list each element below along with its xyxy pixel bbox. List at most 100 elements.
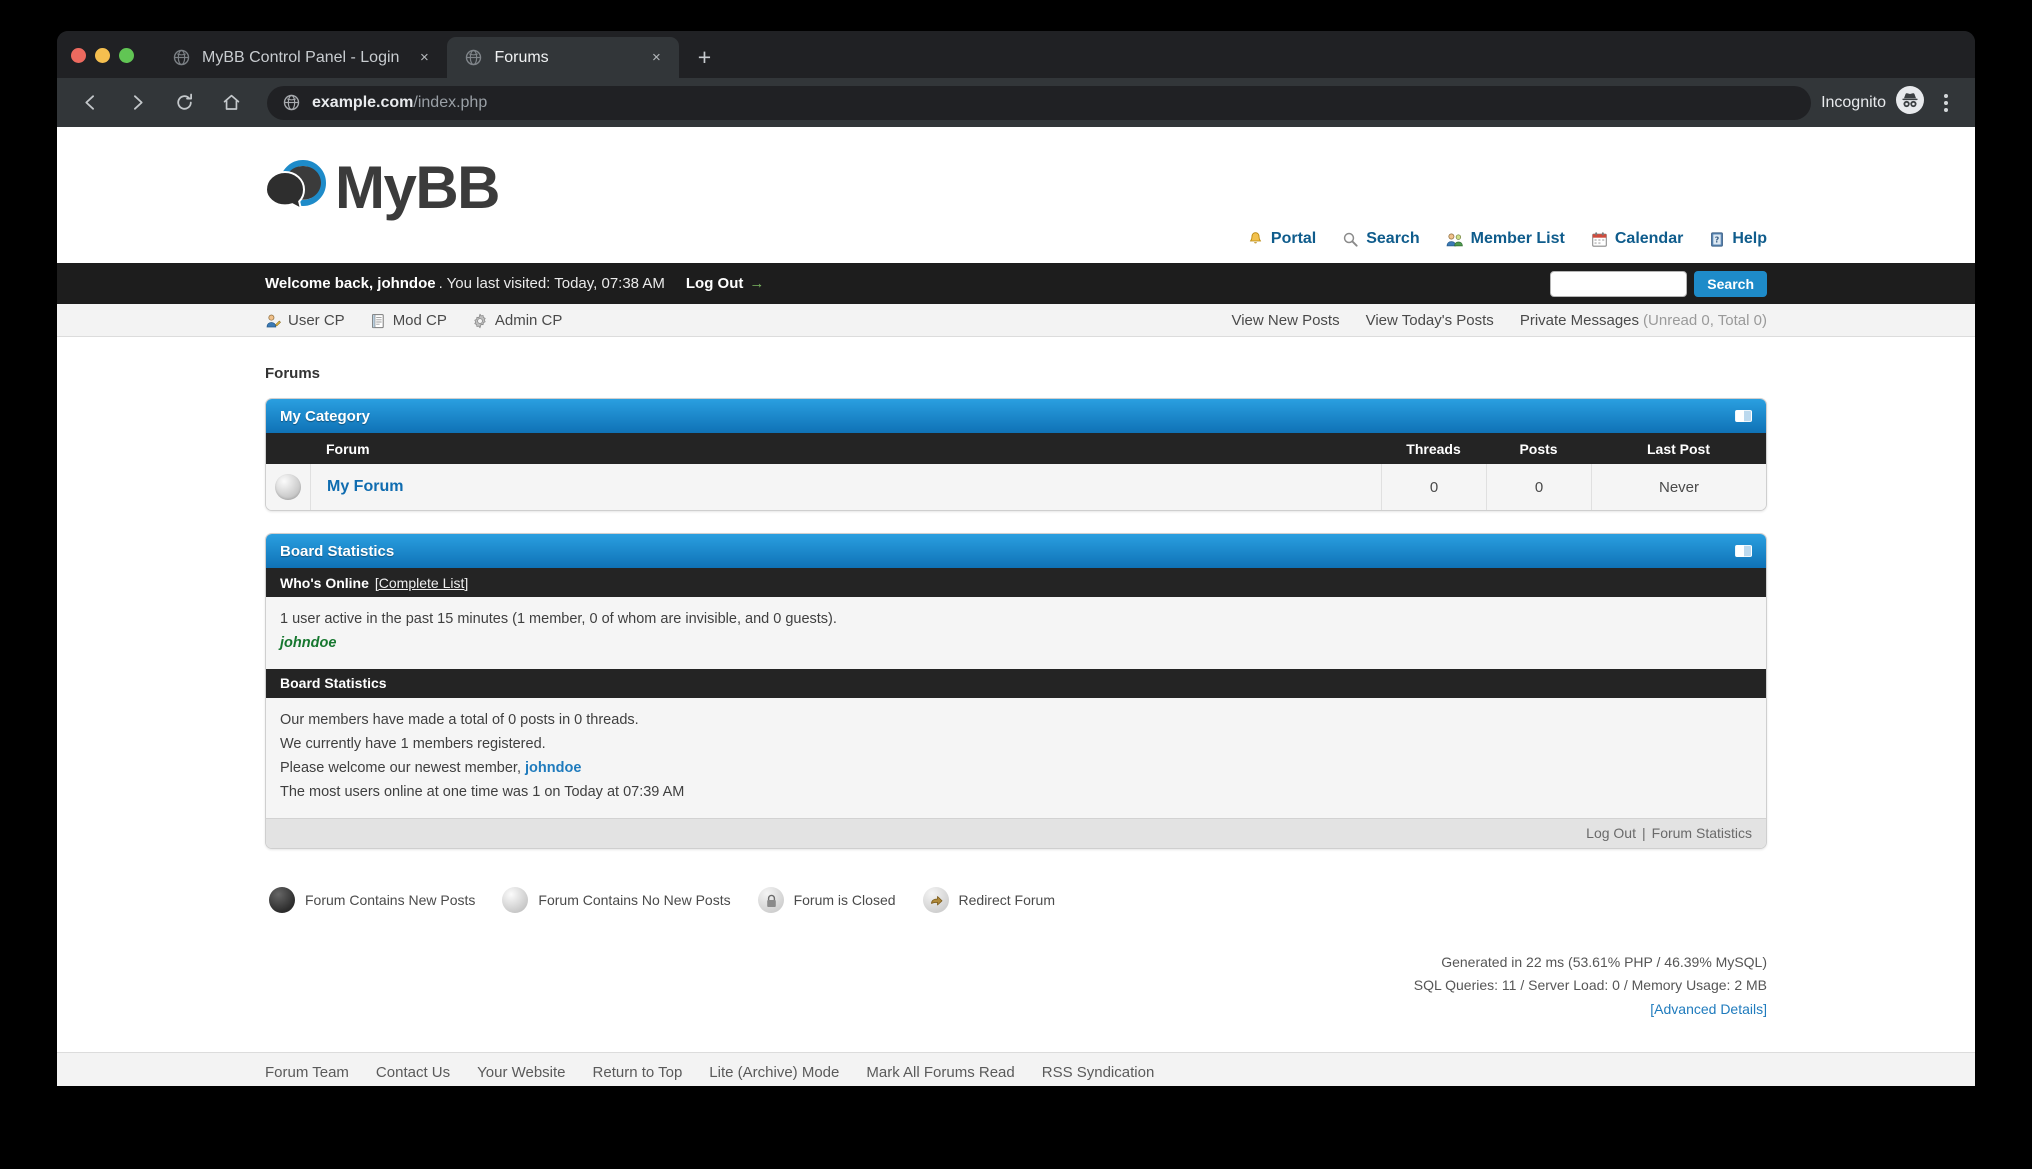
footer-link-return-to-top[interactable]: Return to Top — [593, 1064, 683, 1081]
column-header-threads: Threads — [1406, 440, 1461, 457]
nav-label: Help — [1732, 230, 1767, 247]
newest-member-prefix: Please welcome our newest member, — [280, 759, 521, 776]
nav-label: Member List — [1470, 230, 1565, 247]
browser-menu-button[interactable] — [1931, 86, 1961, 120]
people-icon — [1446, 231, 1464, 248]
globe-icon — [173, 49, 190, 66]
nav-link-view-todays-posts[interactable]: View Today's Posts — [1366, 312, 1494, 329]
nav-link-admin-cp[interactable]: Admin CP — [472, 312, 563, 329]
legend-label: Forum is Closed — [793, 891, 896, 908]
collapse-toggle-icon[interactable] — [1735, 410, 1752, 422]
new-tab-button[interactable]: + — [687, 40, 721, 74]
complete-list-link[interactable]: [Complete List] — [375, 575, 468, 591]
generated-time-line: Generated in 22 ms (53.61% PHP / 46.39% … — [1441, 953, 1767, 970]
maximize-window-button[interactable] — [119, 48, 134, 63]
board-statistics-subheader: Board Statistics — [266, 668, 1766, 698]
tab-strip: MyBB Control Panel - Login × Forums × + — [57, 31, 1975, 78]
column-header-forum: Forum — [326, 440, 370, 457]
legend-item-no-new-posts: Forum Contains No New Posts — [502, 886, 731, 913]
incognito-label: Incognito — [1821, 93, 1886, 111]
tab-title: MyBB Control Panel - Login — [202, 48, 400, 66]
whos-online-heading: Who's Online — [280, 574, 369, 591]
minimize-window-button[interactable] — [95, 48, 110, 63]
nav-label: Portal — [1270, 230, 1317, 247]
board-statistics-title: Board Statistics — [280, 542, 395, 560]
footer-link-forum-team[interactable]: Forum Team — [265, 1064, 349, 1081]
footer-link-rss-syndication[interactable]: RSS Syndication — [1042, 1064, 1155, 1081]
legend-label: Redirect Forum — [958, 891, 1055, 908]
search-input[interactable] — [1550, 270, 1688, 297]
nav-link-portal[interactable]: Portal — [1247, 230, 1316, 248]
online-user-link[interactable]: johndoe — [280, 635, 336, 651]
home-icon[interactable] — [214, 86, 248, 120]
collapse-toggle-icon[interactable] — [1735, 545, 1752, 557]
forum-bubble-icon — [275, 474, 301, 500]
board-statistics-footer: Log Out | Forum Statistics — [266, 817, 1766, 848]
footer-link-mark-all-forums-read[interactable]: Mark All Forums Read — [866, 1064, 1014, 1081]
online-summary: 1 user active in the past 15 minutes (1 … — [280, 611, 837, 627]
forum-statistics-link[interactable]: Forum Statistics — [1652, 825, 1752, 841]
back-icon[interactable] — [73, 86, 107, 120]
board-statistics-panel: Board Statistics Who's Online [Complete … — [265, 533, 1767, 849]
close-icon[interactable]: × — [645, 47, 667, 69]
main-content: Forums My Category Forum Threads Posts L… — [265, 337, 1767, 1022]
footer-link-your-website[interactable]: Your Website — [477, 1064, 565, 1081]
nav-link-calendar[interactable]: Calendar — [1591, 230, 1683, 248]
search-button[interactable]: Search — [1694, 270, 1767, 297]
close-icon[interactable]: × — [413, 47, 435, 69]
welcome-message: Welcome back, johndoe. You last visited:… — [265, 275, 764, 292]
forum-category-table: My Category Forum Threads Posts Last Pos… — [265, 398, 1767, 511]
table-row: My Forum 0 0 Never — [266, 464, 1766, 510]
close-window-button[interactable] — [71, 48, 86, 63]
logout-link[interactable]: Log Out — [686, 275, 743, 292]
stats-logout-link[interactable]: Log Out — [1586, 825, 1636, 841]
logo-row: MyBB — [264, 127, 1767, 227]
forward-icon[interactable] — [120, 86, 154, 120]
legend-label: Forum Contains No New Posts — [538, 891, 731, 908]
address-host: example.com — [312, 93, 414, 111]
address-bar[interactable]: example.com/index.php — [267, 85, 1812, 120]
board-statistics-subheading: Board Statistics — [280, 675, 387, 692]
nav-link-mod-cp[interactable]: Mod CP — [370, 312, 447, 329]
nav-link-user-cp[interactable]: User CP — [265, 312, 345, 329]
browser-toolbar: example.com/index.php Incognito — [57, 78, 1975, 127]
nav-link-member-list[interactable]: Member List — [1446, 230, 1565, 248]
globe-icon — [465, 49, 482, 66]
advanced-details-link[interactable]: [Advanced Details] — [1650, 1001, 1767, 1017]
browser-tab-forums[interactable]: Forums × — [447, 37, 680, 78]
nav-link-help[interactable]: ? Help — [1709, 230, 1767, 248]
whos-online-body: 1 user active in the past 15 minutes (1 … — [266, 597, 1766, 669]
forum-posts-count: 0 — [1486, 464, 1591, 510]
nav-link-search[interactable]: Search — [1342, 230, 1420, 248]
forum-last-post: Never — [1591, 464, 1766, 510]
address-path: /index.php — [413, 93, 488, 111]
nav-label: Admin CP — [494, 312, 563, 329]
footer-navigation: Forum Team Contact Us Your Website Retur… — [57, 1051, 1975, 1086]
nav-link-private-messages[interactable]: Private Messages — [1520, 312, 1639, 329]
site-logo[interactable]: MyBB — [264, 158, 501, 218]
footer-link-lite-archive-mode[interactable]: Lite (Archive) Mode — [709, 1064, 839, 1081]
generation-statistics: Generated in 22 ms (53.61% PHP / 46.39% … — [265, 913, 1767, 1022]
board-statistics-body: Our members have made a total of 0 posts… — [266, 697, 1766, 818]
bubble-redirect-icon — [922, 886, 949, 913]
bubble-new-icon — [269, 886, 295, 913]
forum-link-my-forum[interactable]: My Forum — [327, 478, 403, 496]
header-search-form: Search — [1550, 270, 1767, 297]
pm-counts: (Unread 0, Total 0) — [1643, 312, 1767, 329]
welcome-greeting: Welcome back, johndoe — [265, 275, 436, 292]
stat-line-members: We currently have 1 members registered. — [280, 735, 546, 752]
svg-text:?: ? — [1715, 235, 1720, 244]
bubble-old-icon — [502, 886, 529, 913]
last-visited-text: . You last visited: Today, 07:38 AM — [438, 275, 665, 292]
browser-tab-mybb-control-panel[interactable]: MyBB Control Panel - Login × — [155, 37, 447, 78]
board-statistics-header: Board Statistics — [266, 534, 1766, 568]
footer-link-contact-us[interactable]: Contact Us — [376, 1064, 450, 1081]
control-panel-bar: User CP Mod CP Admin CP View New Posts V… — [57, 304, 1975, 337]
nav-label: User CP — [288, 312, 345, 329]
stat-line-posts-threads: Our members have made a total of 0 posts… — [280, 711, 639, 728]
incognito-icon — [1895, 85, 1925, 120]
nav-link-view-new-posts[interactable]: View New Posts — [1231, 312, 1339, 329]
sql-queries-line: SQL Queries: 11 / Server Load: 0 / Memor… — [1413, 977, 1767, 994]
reload-icon[interactable] — [167, 86, 201, 120]
newest-member-link[interactable]: johndoe — [525, 760, 581, 776]
